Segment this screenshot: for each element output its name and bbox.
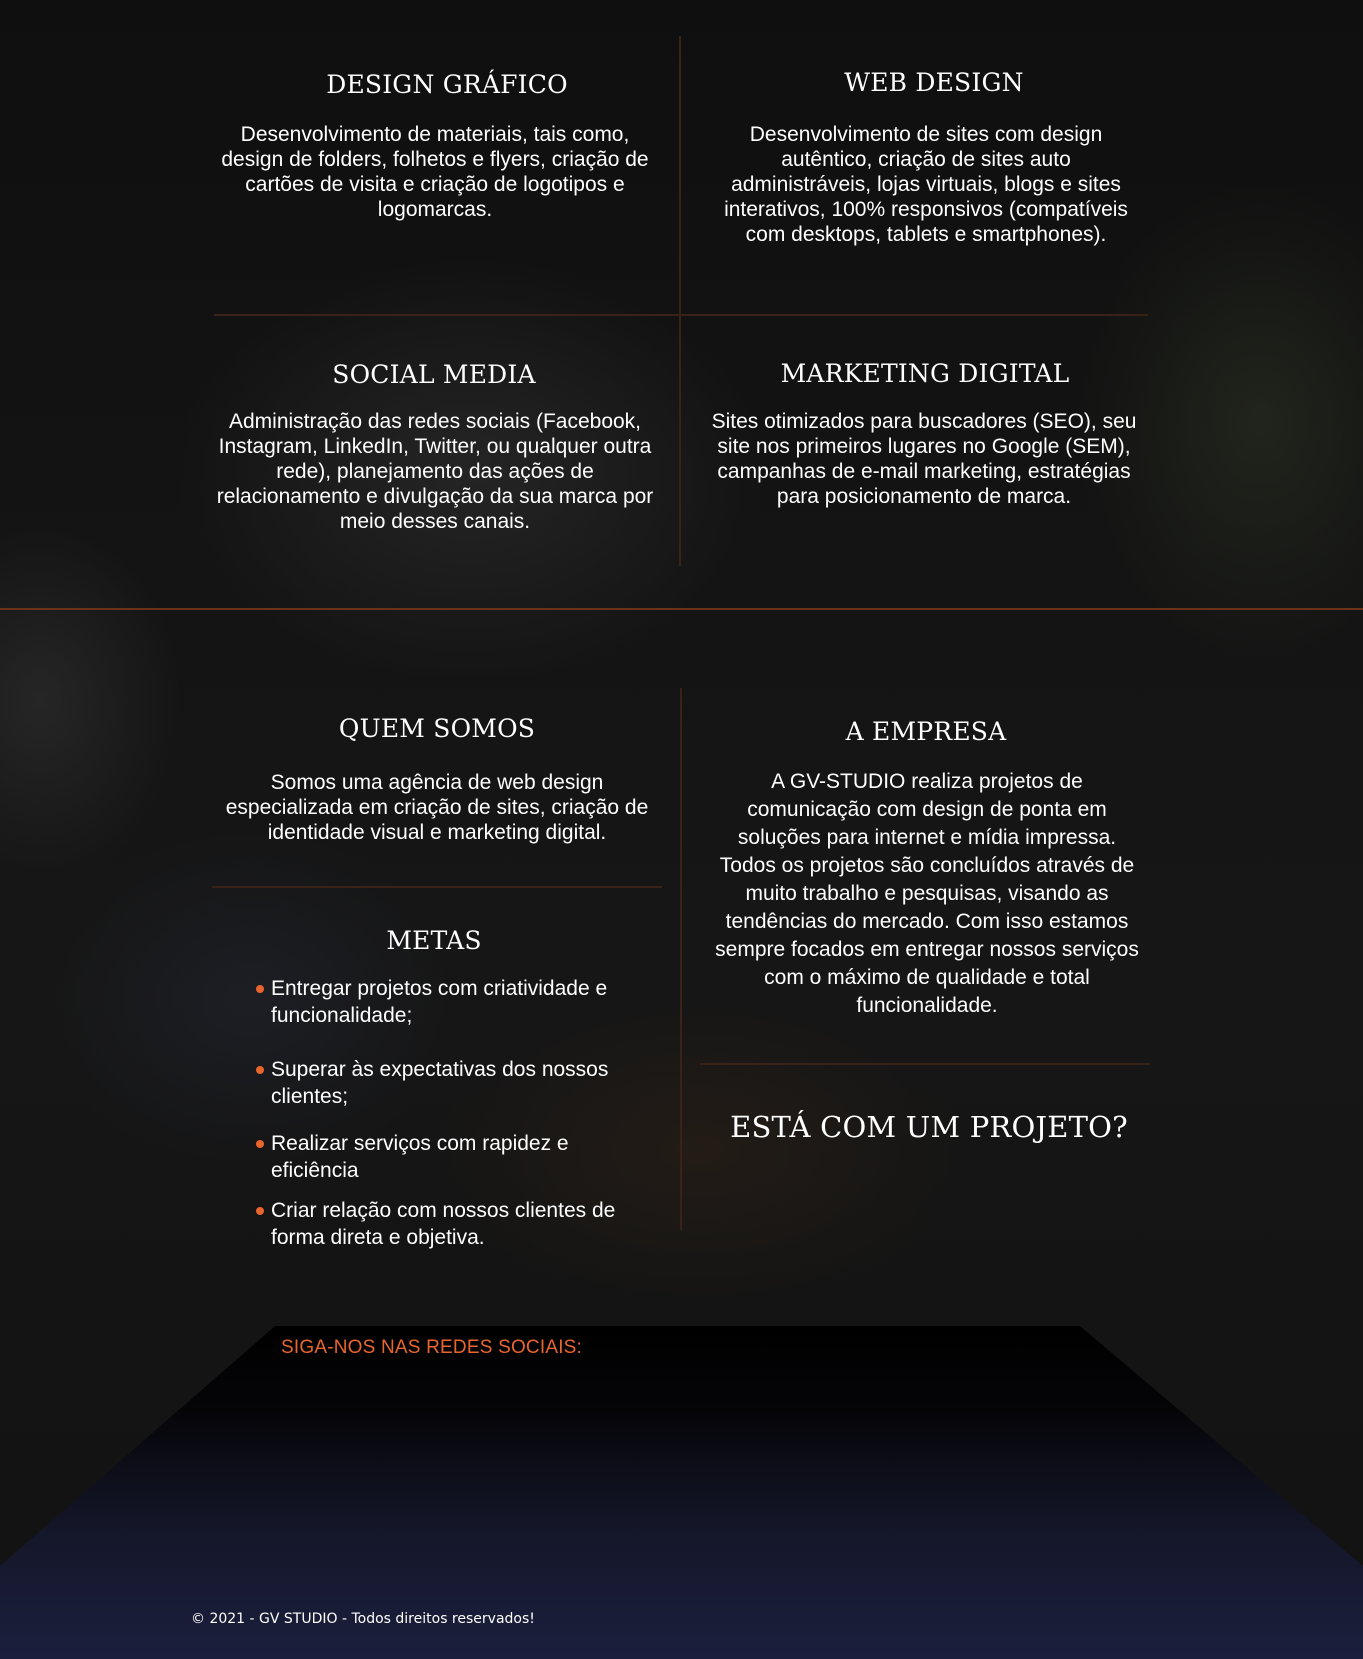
services-vertical-divider	[679, 36, 681, 566]
web-design-text: Desenvolvimento de sites com design autê…	[724, 123, 1128, 246]
quem-somos-divider	[212, 886, 662, 888]
web-design-title: WEB DESIGN	[844, 68, 1024, 97]
design-grafico-text: Desenvolvimento de materiais, tais como,…	[221, 123, 649, 221]
quem-somos-title: QUEM SOMOS	[338, 714, 536, 743]
bullet-icon	[256, 1140, 264, 1148]
quem-somos-text: Somos uma agência de web design especial…	[225, 771, 649, 844]
bullet-icon	[256, 1066, 264, 1074]
social-media-text: Administração das redes sociais (Faceboo…	[216, 410, 654, 533]
metas-item-text: Entregar projetos com criatividade e fun…	[271, 977, 608, 1027]
services-horizontal-divider	[214, 314, 1148, 316]
design-grafico-title: DESIGN GRÁFICO	[326, 70, 568, 99]
social-follow-label: SIGA-NOS NAS REDES SOCIAIS:	[281, 1337, 583, 1358]
bullet-icon	[256, 1207, 264, 1215]
empresa-text: A GV-STUDIO realiza projetos de comunica…	[715, 770, 1139, 1017]
empresa-title: A EMPRESA	[845, 717, 1007, 746]
list-item: Realizar serviços com rapidez e eficiênc…	[255, 1130, 635, 1184]
list-item: Superar às expectativas dos nossos clien…	[255, 1056, 635, 1110]
metas-item-text: Superar às expectativas dos nossos clien…	[271, 1058, 609, 1108]
metas-item-text: Realizar serviços com rapidez e eficiênc…	[271, 1132, 569, 1182]
marketing-digital-text: Sites otimizados para buscadores (SEO), …	[711, 410, 1137, 508]
projeto-title: ESTÁ COM UM PROJETO?	[730, 1110, 1128, 1144]
list-item: Criar relação com nossos clientes de for…	[255, 1197, 635, 1251]
copyright-text: © 2021 - GV STUDIO - Todos direitos rese…	[191, 1611, 535, 1627]
section-divider	[0, 608, 1363, 610]
about-vertical-divider	[680, 688, 682, 1230]
metas-item-text: Criar relação com nossos clientes de for…	[271, 1199, 616, 1249]
marketing-digital-title: MARKETING DIGITAL	[780, 359, 1070, 388]
bullet-icon	[256, 985, 264, 993]
list-item: Entregar projetos com criatividade e fun…	[255, 975, 635, 1029]
empresa-divider	[700, 1063, 1150, 1065]
social-media-title: SOCIAL MEDIA	[332, 360, 536, 389]
metas-title: METAS	[386, 926, 482, 955]
